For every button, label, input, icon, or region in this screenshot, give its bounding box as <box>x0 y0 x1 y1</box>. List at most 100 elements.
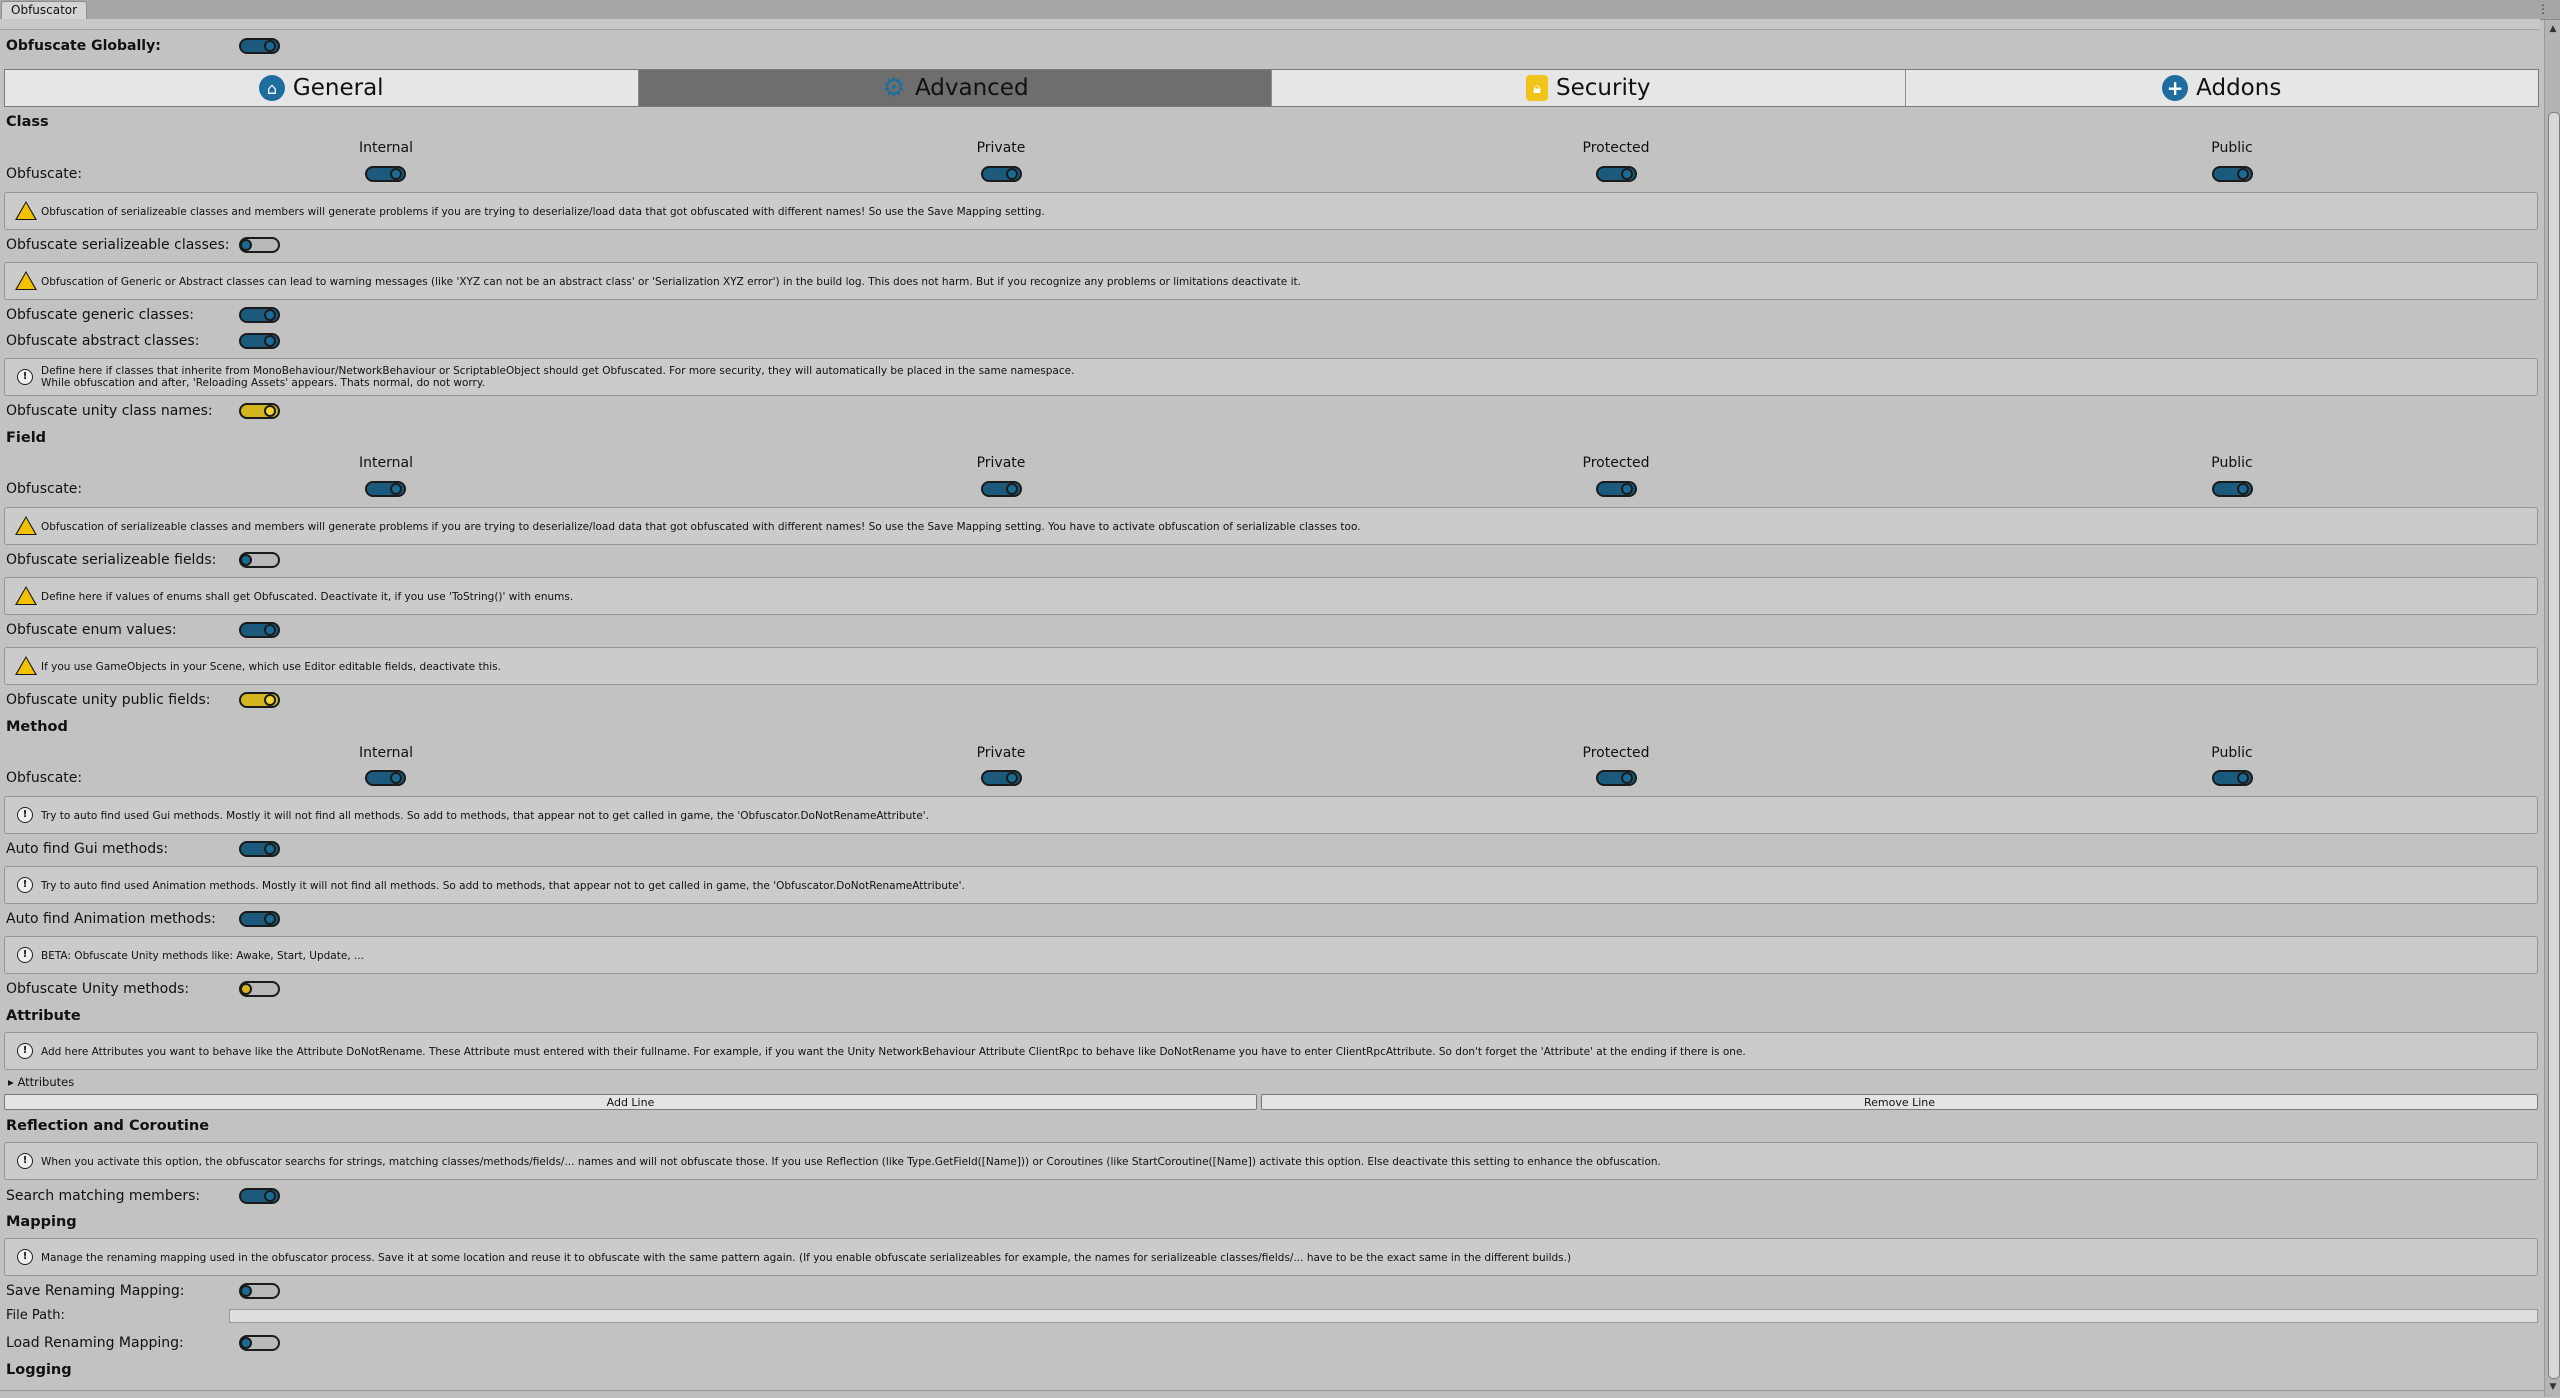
column-private: Private <box>976 745 1026 761</box>
field-enum-toggle[interactable] <box>239 622 280 638</box>
load-mapping-toggle[interactable] <box>239 1335 280 1351</box>
info-icon: ! <box>17 807 33 823</box>
column-public: Public <box>2211 455 2253 471</box>
field-internal-toggle[interactable] <box>365 481 406 497</box>
reflection-info: ! When you activate this option, the obf… <box>4 1142 2538 1180</box>
tab-label: Security <box>1556 75 1651 101</box>
class-protected-toggle[interactable] <box>1596 166 1637 182</box>
class-unity-label: Obfuscate unity class names: <box>6 403 213 419</box>
field-enum-warning: Define here if values of enums shall get… <box>4 577 2538 615</box>
obfuscate-globally-label: Obfuscate Globally: <box>6 38 161 54</box>
header-stripe <box>0 19 2540 30</box>
save-mapping-toggle[interactable] <box>239 1283 280 1299</box>
class-section-title: Class <box>6 114 49 130</box>
class-abstract-toggle[interactable] <box>239 333 280 349</box>
load-mapping-label: Load Renaming Mapping: <box>6 1335 184 1351</box>
method-section-title: Method <box>6 719 68 735</box>
method-gui-info: ! Try to auto find used Gui methods. Mos… <box>4 796 2538 834</box>
info-icon: ! <box>17 877 33 893</box>
window-titlebar: Obfuscator ⋮ <box>0 0 2560 20</box>
class-private-toggle[interactable] <box>981 166 1022 182</box>
field-protected-toggle[interactable] <box>1596 481 1637 497</box>
method-gui-label: Auto find Gui methods: <box>6 841 169 857</box>
warning-icon <box>15 516 37 535</box>
method-internal-toggle[interactable] <box>365 770 406 786</box>
window-tab[interactable]: Obfuscator <box>1 1 88 19</box>
plus-icon: + <box>2162 75 2189 101</box>
field-private-toggle[interactable] <box>981 481 1022 497</box>
warning-icon <box>15 586 37 605</box>
vertical-scrollbar[interactable]: ▲ ▼ <box>2544 20 2560 1397</box>
method-gui-toggle[interactable] <box>239 841 280 857</box>
method-unity-label: Obfuscate Unity methods: <box>6 981 190 997</box>
class-serializable-toggle[interactable] <box>239 237 280 253</box>
column-private: Private <box>976 455 1026 471</box>
column-protected: Protected <box>1582 455 1650 471</box>
method-protected-toggle[interactable] <box>1596 770 1637 786</box>
file-path-input[interactable] <box>229 1309 2538 1323</box>
class-unity-info: ! Define here if classes that inherite f… <box>4 358 2538 396</box>
reflection-section-title: Reflection and Coroutine <box>6 1118 210 1134</box>
scroll-up-icon[interactable]: ▲ <box>2547 22 2559 36</box>
gears-icon: ⚙ <box>882 73 906 103</box>
obfuscate-globally-toggle[interactable] <box>239 38 280 54</box>
method-unity-info: ! BETA: Obfuscate Unity methods like: Aw… <box>4 936 2538 974</box>
column-protected: Protected <box>1582 745 1650 761</box>
window-menu-icon[interactable]: ⋮ <box>2536 2 2550 16</box>
method-obfuscate-label: Obfuscate: <box>6 770 83 786</box>
method-unity-toggle[interactable] <box>239 981 280 997</box>
class-generic-label: Obfuscate generic classes: <box>6 307 194 323</box>
method-private-toggle[interactable] <box>981 770 1022 786</box>
class-generic-toggle[interactable] <box>239 307 280 323</box>
warning-icon <box>15 271 37 290</box>
column-internal: Internal <box>359 140 413 156</box>
lock-icon: 🔒︎ <box>1526 75 1549 101</box>
column-public: Public <box>2211 140 2253 156</box>
tab-addons[interactable]: + Addons <box>1905 70 2538 106</box>
home-icon: ⌂ <box>258 75 285 101</box>
warning-icon <box>15 201 37 220</box>
class-public-toggle[interactable] <box>2212 166 2253 182</box>
tab-advanced[interactable]: ⚙ Advanced <box>638 70 1272 106</box>
settings-tabs: ⌂ General ⚙ Advanced 🔒︎ Security + Addon… <box>4 69 2539 107</box>
attributes-foldout[interactable]: ▸ Attributes <box>8 1074 74 1090</box>
toggle-knob <box>264 40 276 52</box>
method-anim-info: ! Try to auto find used Animation method… <box>4 866 2538 904</box>
tab-label: Advanced <box>914 75 1029 101</box>
class-obfuscate-label: Obfuscate: <box>6 166 83 182</box>
column-public: Public <box>2211 745 2253 761</box>
tab-label: General <box>292 75 384 101</box>
column-private: Private <box>976 140 1026 156</box>
info-icon: ! <box>17 1249 33 1265</box>
search-matching-toggle[interactable] <box>239 1188 280 1204</box>
remove-line-button[interactable]: Remove Line <box>1261 1094 2538 1110</box>
field-public-warning: If you use GameObjects in your Scene, wh… <box>4 647 2538 685</box>
info-icon: ! <box>17 947 33 963</box>
method-anim-toggle[interactable] <box>239 911 280 927</box>
scroll-down-icon[interactable]: ▼ <box>2547 1380 2559 1394</box>
add-line-button[interactable]: Add Line <box>4 1094 1257 1110</box>
class-internal-toggle[interactable] <box>365 166 406 182</box>
method-anim-label: Auto find Animation methods: <box>6 911 216 927</box>
logging-section-title: Logging <box>6 1362 72 1378</box>
field-enum-label: Obfuscate enum values: <box>6 622 177 638</box>
file-path-label: File Path: <box>6 1308 65 1323</box>
tab-general[interactable]: ⌂ General <box>5 70 639 106</box>
tab-security[interactable]: 🔒︎ Security <box>1272 70 1906 106</box>
class-unity-toggle[interactable] <box>239 403 280 419</box>
field-serializable-toggle[interactable] <box>239 552 280 568</box>
field-public-toggle[interactable] <box>2212 481 2253 497</box>
field-section-title: Field <box>6 430 47 446</box>
field-public-toggle-unity[interactable] <box>239 692 280 708</box>
foldout-arrow-icon: ▸ <box>8 1075 14 1089</box>
class-serializable-warning: Obfuscation of serializeable classes and… <box>4 192 2538 230</box>
class-serializable-label: Obfuscate serializeable classes: <box>6 237 230 253</box>
field-serializable-warning: Obfuscation of serializeable classes and… <box>4 507 2538 545</box>
scrollbar-thumb[interactable] <box>2548 112 2560 1379</box>
method-public-toggle[interactable] <box>2212 770 2253 786</box>
info-icon: ! <box>17 1043 33 1059</box>
mapping-section-title: Mapping <box>6 1214 77 1230</box>
class-abstract-label: Obfuscate abstract classes: <box>6 333 200 349</box>
mapping-info: ! Manage the renaming mapping used in th… <box>4 1238 2538 1276</box>
column-internal: Internal <box>359 745 413 761</box>
